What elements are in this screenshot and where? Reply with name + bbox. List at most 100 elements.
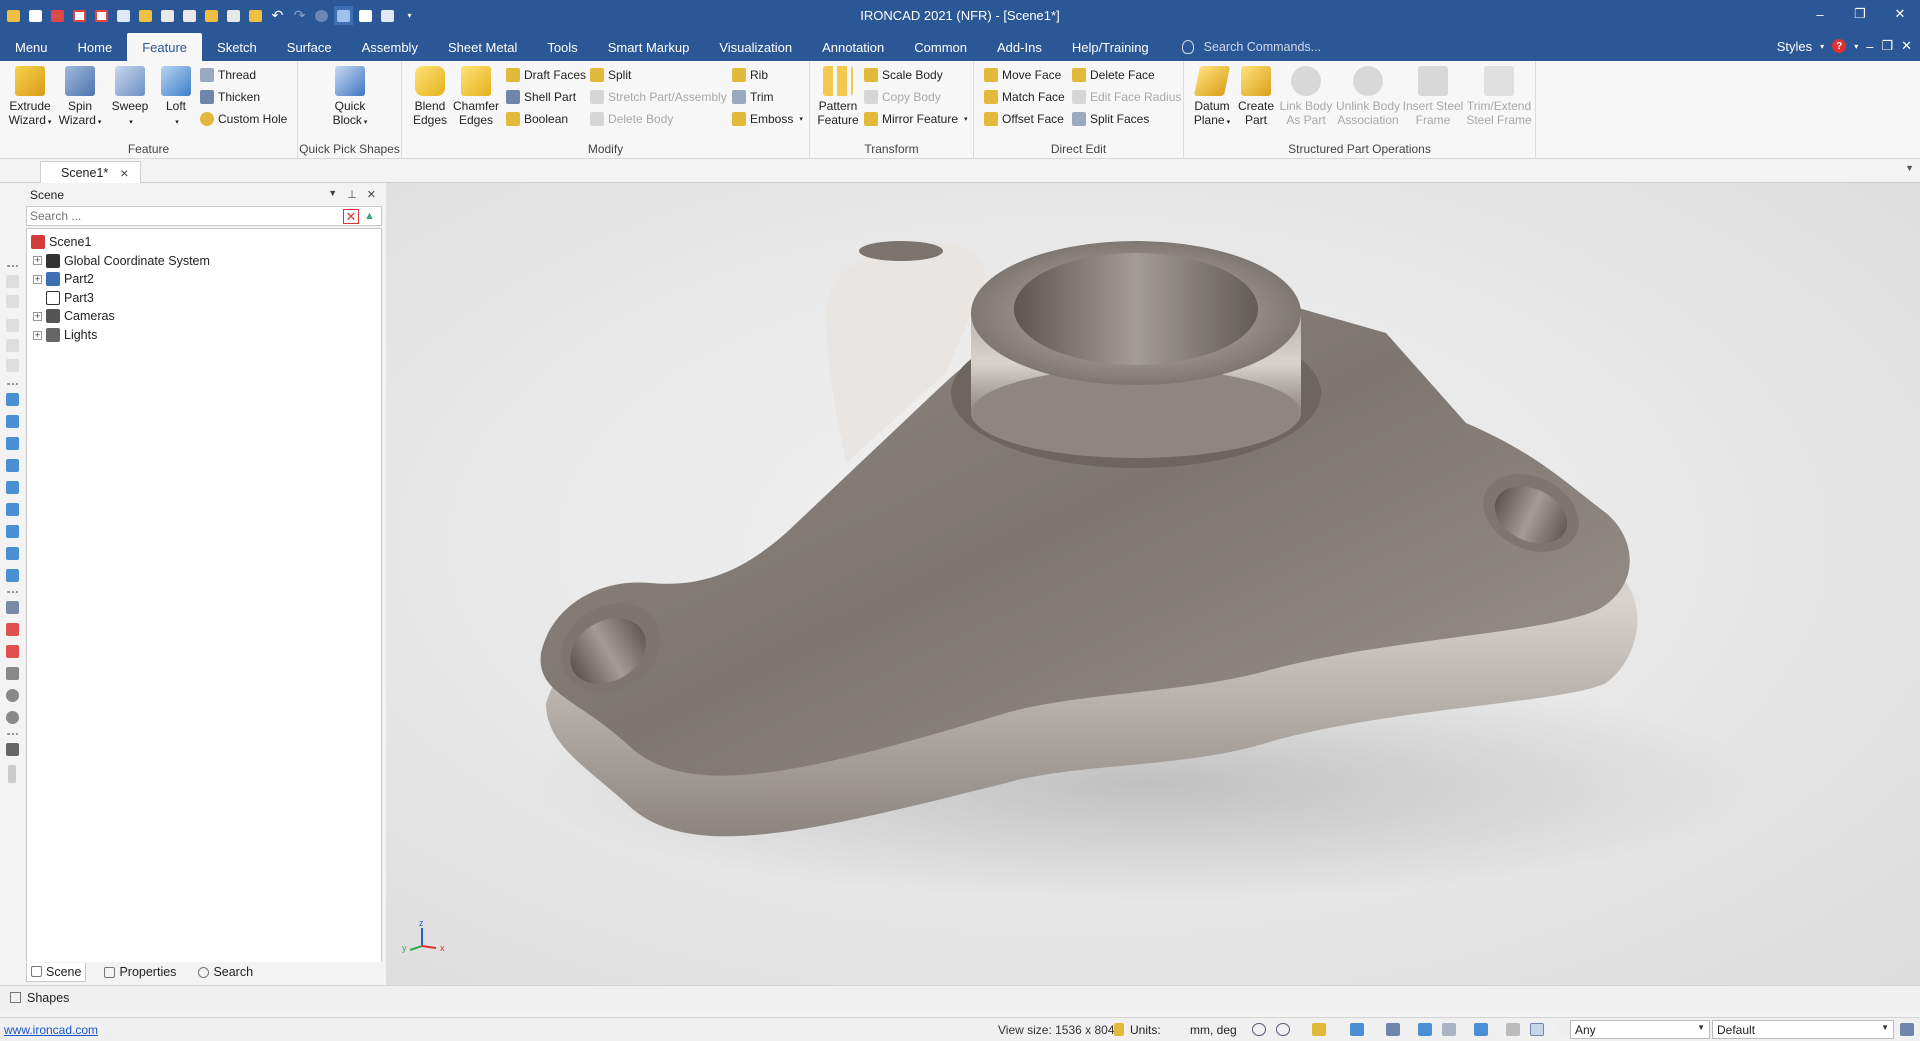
tool-icon-5[interactable] <box>6 359 19 372</box>
tab-menu[interactable]: Menu <box>0 33 63 61</box>
sweep-button[interactable]: Sweep ▾ <box>106 66 154 130</box>
view-cube-icon[interactable] <box>1350 1023 1364 1036</box>
tab-feature[interactable]: Feature <box>127 33 203 61</box>
thread-button[interactable]: Thread <box>200 65 256 85</box>
tab-annotation[interactable]: Annotation <box>807 33 899 61</box>
render-mode-icon[interactable] <box>1418 1023 1432 1036</box>
circle-slash-icon[interactable] <box>6 711 19 724</box>
box-view-icon-6[interactable] <box>6 503 19 516</box>
grid-icon[interactable] <box>334 6 353 25</box>
close-button[interactable]: ✕ <box>1880 0 1920 28</box>
style-select[interactable]: Default ▼ <box>1712 1020 1894 1039</box>
doc-minimize-button[interactable]: – <box>1866 39 1873 54</box>
split-button[interactable]: Split <box>590 65 631 85</box>
unlink-body-button[interactable]: Unlink Body Association <box>1334 66 1402 127</box>
tab-help-training[interactable]: Help/Training <box>1057 33 1164 61</box>
scrollbar-icon[interactable] <box>8 765 16 783</box>
dimension-icon[interactable] <box>6 645 19 658</box>
stretch-part-button[interactable]: Stretch Part/Assembly <box>590 87 727 107</box>
zoom-window-icon[interactable] <box>1276 1023 1290 1036</box>
tree-row-global-coordinate-system[interactable]: + Global Coordinate System <box>33 252 210 270</box>
loft-button[interactable]: Loft ▾ <box>152 66 200 130</box>
expand-icon[interactable]: + <box>33 311 42 321</box>
box-view-icon-8[interactable] <box>6 547 19 560</box>
mail-icon[interactable] <box>48 6 67 25</box>
spin-wizard-button[interactable]: Spin Wizard ▾ <box>56 66 104 130</box>
extrude-wizard-button[interactable]: Extrude Wizard ▾ <box>6 66 54 130</box>
scale-body-button[interactable]: Scale Body <box>864 65 943 85</box>
box-view-icon-9[interactable] <box>6 569 19 582</box>
new-drawing-icon[interactable] <box>92 6 111 25</box>
delete-body-button[interactable]: Delete Body <box>590 109 673 129</box>
clear-search-icon[interactable]: ✕ <box>343 209 359 224</box>
help-dropdown-icon[interactable]: ▾ <box>1854 42 1858 51</box>
view-box-icon[interactable] <box>1312 1023 1326 1036</box>
new-part-icon[interactable] <box>114 6 133 25</box>
box-view-icon-5[interactable] <box>6 481 19 494</box>
tab-list-dropdown-icon[interactable]: ▼ <box>1905 163 1914 173</box>
tab-visualization[interactable]: Visualization <box>704 33 807 61</box>
copy-icon[interactable] <box>224 6 243 25</box>
expand-icon[interactable]: + <box>33 256 42 266</box>
tab-scene[interactable]: Scene <box>26 962 87 982</box>
filter-icon[interactable]: ▲ <box>364 210 377 223</box>
tree-row-lights[interactable]: + Lights <box>33 326 97 344</box>
help-icon[interactable]: ? <box>1832 39 1847 53</box>
styles-dropdown-icon[interactable]: ▾ <box>1820 42 1824 51</box>
insert-steel-frame-button[interactable]: Insert Steel Frame <box>1402 66 1464 127</box>
globe-icon[interactable] <box>312 6 331 25</box>
move-face-button[interactable]: Move Face <box>984 65 1061 85</box>
folder-icon[interactable] <box>246 6 265 25</box>
tab-scene1[interactable]: Scene1* × <box>40 161 142 183</box>
zoom-icon[interactable] <box>1252 1023 1266 1036</box>
delete-face-button[interactable]: Delete Face <box>1072 65 1155 85</box>
close-tab-icon[interactable]: × <box>120 165 128 181</box>
split-faces-button[interactable]: Split Faces <box>1072 109 1149 129</box>
tab-add-ins[interactable]: Add-Ins <box>982 33 1057 61</box>
part-model[interactable] <box>386 183 1920 985</box>
tool-icon-3[interactable] <box>6 319 19 332</box>
tab-properties[interactable]: Properties <box>100 963 180 982</box>
selection-filter-select[interactable]: Any ▼ <box>1570 1020 1710 1039</box>
scene-search-input[interactable] <box>27 209 327 223</box>
trim-button[interactable]: Trim <box>732 87 774 107</box>
new-file-icon[interactable] <box>26 6 45 25</box>
print-icon[interactable] <box>202 6 221 25</box>
open-folder-icon[interactable] <box>136 6 155 25</box>
rib-button[interactable]: Rib <box>732 65 768 85</box>
tree-row-part2[interactable]: + Part2 <box>33 270 94 288</box>
tab-common[interactable]: Common <box>899 33 982 61</box>
chamfer-edges-button[interactable]: Chamfer Edges <box>452 66 500 127</box>
network-icon[interactable] <box>1900 1023 1914 1036</box>
copy-body-button[interactable]: Copy Body <box>864 87 941 107</box>
app-logo-icon[interactable] <box>4 6 23 25</box>
tab-assembly[interactable]: Assembly <box>347 33 433 61</box>
window-icon[interactable] <box>378 6 397 25</box>
pin-icon[interactable]: ⊥ <box>347 188 357 201</box>
link-body-button[interactable]: Link Body As Part <box>1276 66 1336 127</box>
tool-icon-2[interactable] <box>6 295 19 308</box>
match-face-button[interactable]: Match Face <box>984 87 1065 107</box>
blend-edges-button[interactable]: Blend Edges <box>406 66 454 127</box>
save-all-icon[interactable] <box>180 6 199 25</box>
customize-dropdown-icon[interactable]: ▾ <box>400 6 419 25</box>
hand-icon[interactable] <box>1506 1023 1520 1036</box>
panel-menu-icon[interactable]: ▼ <box>328 188 337 201</box>
ruler-icon[interactable] <box>6 623 19 636</box>
website-link[interactable]: www.ironcad.com <box>4 1023 98 1037</box>
box-view-icon-3[interactable] <box>6 437 19 450</box>
undo-icon[interactable]: ↶ <box>268 6 287 25</box>
expand-icon[interactable]: + <box>33 330 42 340</box>
rotate-icon[interactable] <box>6 689 19 702</box>
doc-restore-button[interactable]: ❐ <box>1881 38 1893 54</box>
selection-icon[interactable] <box>1386 1023 1400 1036</box>
tab-sketch[interactable]: Sketch <box>202 33 272 61</box>
datum-plane-button[interactable]: Datum Plane ▾ <box>1188 66 1236 130</box>
pointer-icon[interactable] <box>1530 1023 1544 1036</box>
offset-face-button[interactable]: Offset Face <box>984 109 1064 129</box>
cursor-icon[interactable] <box>1556 1023 1570 1036</box>
box-view-icon-1[interactable] <box>6 393 19 406</box>
quick-block-button[interactable]: Quick Block ▾ <box>326 66 374 130</box>
box-view-icon-7[interactable] <box>6 525 19 538</box>
tree-row-cameras[interactable]: + Cameras <box>33 307 115 325</box>
